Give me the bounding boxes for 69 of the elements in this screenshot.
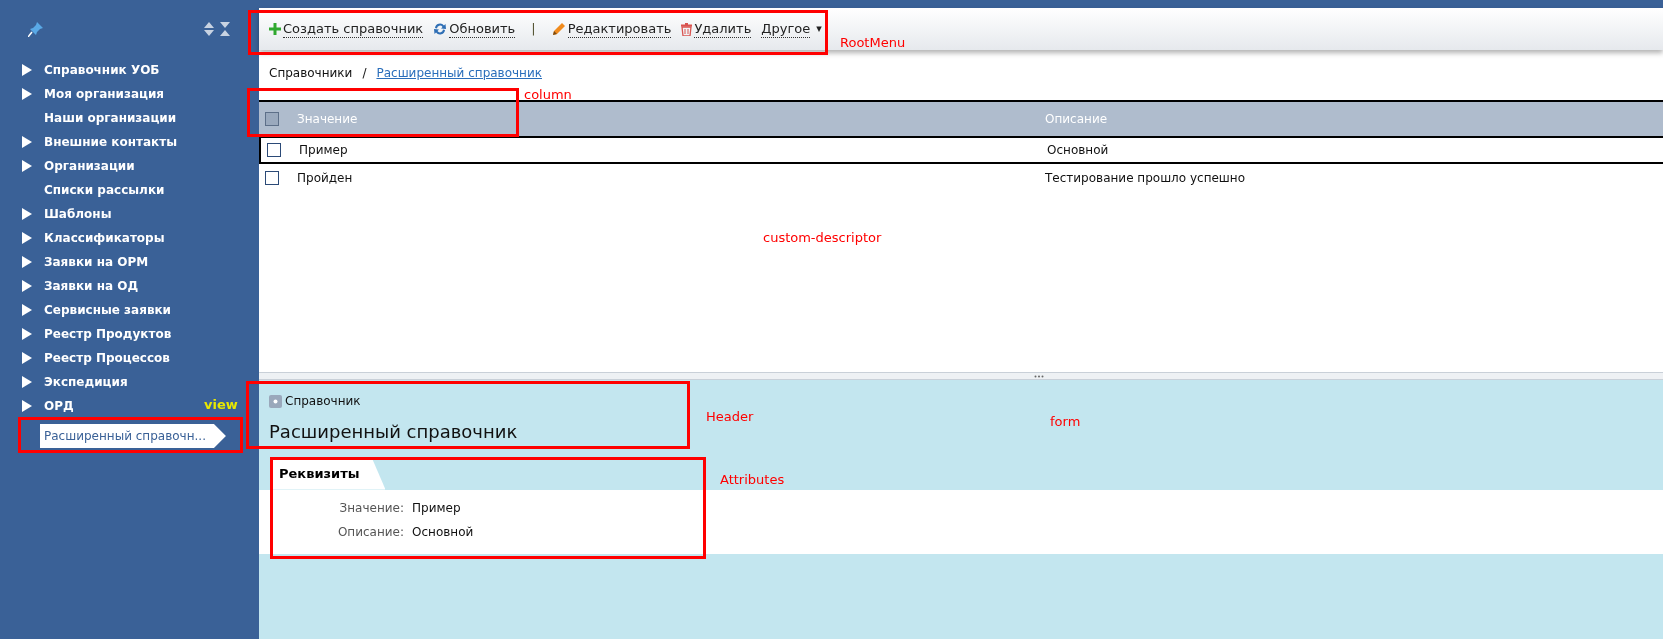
table-cell-text: Пример — [299, 142, 349, 159]
sidebar-item[interactable]: Организации — [44, 154, 135, 178]
expand-icon[interactable] — [22, 64, 32, 76]
expand-icon[interactable] — [22, 280, 32, 292]
sidebar-item[interactable]: ОРД — [44, 394, 74, 418]
sidebar-item[interactable]: Шаблоны — [44, 202, 112, 226]
sidebar-item[interactable]: Экспедиция — [44, 370, 128, 394]
expand-icon[interactable] — [22, 136, 32, 148]
delete-button[interactable]: Удалить — [681, 20, 752, 38]
field-value: Основной — [412, 523, 475, 541]
edit-button[interactable]: Редактировать — [551, 20, 672, 38]
sort-icon[interactable] — [203, 21, 215, 37]
expand-icon[interactable] — [22, 400, 32, 412]
sidebar-item[interactable]: Справочник УОБ — [44, 58, 160, 82]
toolbar-separator: | — [530, 20, 537, 39]
plus-icon — [269, 23, 281, 35]
sidebar-item[interactable]: Реестр Процессов — [44, 346, 170, 370]
breadcrumb-item: Справочники — [269, 65, 353, 82]
sidebar-item[interactable]: Заявки на ОД — [44, 274, 139, 298]
row-checkbox[interactable] — [265, 171, 279, 185]
expand-icon[interactable] — [22, 160, 32, 172]
sidebar-item[interactable]: Моя организация — [44, 82, 165, 106]
pin-icon[interactable] — [28, 21, 44, 37]
sidebar-item[interactable]: Расширенный справочн... — [40, 424, 226, 448]
expand-icon[interactable] — [22, 88, 32, 100]
sidebar-item[interactable]: Списки рассылки — [44, 178, 165, 202]
refresh-icon — [433, 22, 448, 36]
table-row[interactable]: Пример Основной — [259, 136, 1663, 164]
sidebar-item[interactable]: Наши организации — [44, 106, 177, 130]
expand-icon[interactable] — [22, 232, 32, 244]
breadcrumb-separator: / — [362, 65, 367, 82]
refresh-button[interactable]: Обновить — [433, 20, 516, 38]
field-value: Пример — [412, 499, 462, 517]
expand-icon[interactable] — [22, 304, 32, 316]
expand-icon[interactable] — [22, 328, 32, 340]
create-button[interactable]: Создать справочник — [269, 20, 424, 38]
breadcrumb-link[interactable]: Расширенный справочник — [376, 64, 542, 82]
annotation-label: Header — [706, 408, 754, 426]
annotation-label: column — [524, 86, 572, 104]
table-cell-text: Пройден — [297, 170, 354, 187]
trash-icon — [681, 22, 693, 36]
sidebar-item[interactable]: Заявки на ОРМ — [44, 250, 149, 274]
sidebar-item[interactable]: Внешние контакты — [44, 130, 178, 154]
table-cell-text: Основной — [1047, 142, 1110, 159]
field-label: Значение: — [338, 499, 404, 517]
pencil-icon — [551, 22, 566, 36]
sidebar-item[interactable]: Сервисные заявки — [44, 298, 172, 322]
table-cell-text: Тестирование прошло успешно — [1045, 170, 1247, 187]
record-type: Справочник — [285, 393, 361, 410]
sidebar-item[interactable]: Реестр Продуктов — [44, 322, 172, 346]
annotation-label: custom-descriptor — [763, 229, 882, 247]
expand-icon[interactable] — [22, 352, 32, 364]
annotation-label: RootMenu — [840, 34, 906, 52]
form-title: Расширенный справочник — [269, 420, 518, 444]
sidebar-item[interactable]: Классификаторы — [44, 226, 165, 250]
annotation-label: view — [204, 396, 238, 414]
annotation-label: form — [1050, 413, 1081, 431]
table-row[interactable]: Пройден Тестирование прошло успешно — [259, 164, 1663, 192]
annotation-label: Attributes — [720, 471, 785, 489]
expand-icon[interactable] — [22, 376, 32, 388]
expand-icon[interactable] — [22, 256, 32, 268]
grip-icon[interactable] — [1034, 374, 1044, 378]
collapse-icon[interactable] — [219, 21, 231, 37]
more-dropdown[interactable]: Другое ▾ — [761, 20, 822, 38]
record-icon — [269, 394, 282, 408]
expand-icon[interactable] — [22, 208, 32, 220]
row-checkbox[interactable] — [267, 143, 281, 157]
field-label: Описание: — [336, 523, 404, 541]
select-all-checkbox[interactable] — [265, 112, 279, 126]
